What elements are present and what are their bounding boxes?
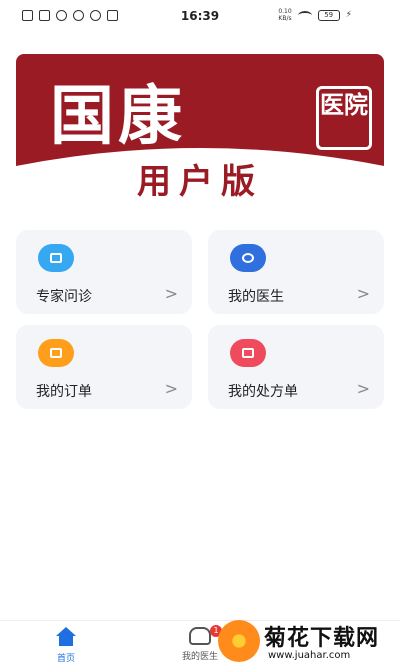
banner-badge: 医院 <box>316 86 372 150</box>
order-icon <box>38 339 74 367</box>
doctor-icon <box>230 244 266 272</box>
banner-subtitle: 用户版 <box>137 162 263 202</box>
consult-icon <box>38 244 74 272</box>
chevron-right-icon: > <box>164 379 178 398</box>
banner-title: 国康 <box>50 79 186 154</box>
card-label: 我的订单 <box>36 384 92 400</box>
battery-icon: 59 <box>317 9 340 21</box>
chevron-right-icon: > <box>164 284 178 303</box>
watermark-text: 菊花下载网 <box>264 626 380 651</box>
card-my-orders[interactable]: 我的订单 > <box>16 325 192 409</box>
doctor-icon <box>189 627 211 645</box>
card-expert-consult[interactable]: 专家问诊 > <box>16 230 192 314</box>
tab-home[interactable]: 首页 <box>26 627 106 664</box>
prescription-icon <box>230 339 266 367</box>
status-icons-right: 0.10 KB/s 59 ⚡ <box>278 8 352 22</box>
flower-logo-icon <box>218 620 260 662</box>
card-label: 我的医生 <box>228 289 284 305</box>
watermark-url: www.juahar.com <box>268 650 351 661</box>
chevron-right-icon: > <box>356 284 370 303</box>
chevron-right-icon: > <box>356 379 370 398</box>
card-label: 我的处方单 <box>228 384 298 400</box>
network-speed: 0.10 KB/s <box>278 8 292 22</box>
card-label: 专家问诊 <box>36 289 92 305</box>
watermark: 菊花下载网 www.juahar.com <box>218 620 400 666</box>
tab-home-label: 首页 <box>56 654 75 664</box>
card-my-doctor[interactable]: 我的医生 > <box>208 230 384 314</box>
charging-icon: ⚡ <box>345 10 352 20</box>
card-my-prescriptions[interactable]: 我的处方单 > <box>208 325 384 409</box>
status-bar: 16:39 0.10 KB/s 59 ⚡ <box>0 0 400 34</box>
home-icon <box>53 627 79 647</box>
hero-banner: 国康 医院 用户版 <box>16 54 384 208</box>
wifi-icon <box>297 10 312 20</box>
